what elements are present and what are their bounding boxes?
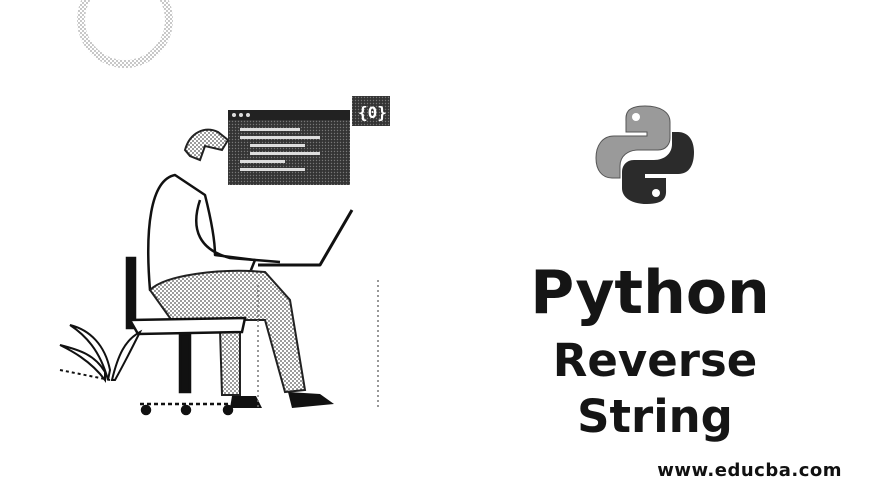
python-logo-icon	[595, 105, 694, 204]
site-url: www.educba.com	[657, 460, 842, 481]
code-badge-icon: {0}	[352, 96, 390, 126]
hand-icon	[183, 128, 230, 162]
legs-icon	[148, 269, 334, 408]
developer-illustration: {0}	[59, 0, 390, 416]
decorative-circle-icon	[77, 0, 173, 68]
page-title: Python	[530, 258, 770, 328]
plant-icon	[59, 324, 143, 383]
page-subtitle: Reverse String	[552, 334, 758, 443]
svg-text:{0}: {0}	[358, 103, 387, 122]
banner: {0} Python Reverse String www.educba.com	[0, 0, 872, 488]
code-window-icon	[228, 110, 350, 185]
